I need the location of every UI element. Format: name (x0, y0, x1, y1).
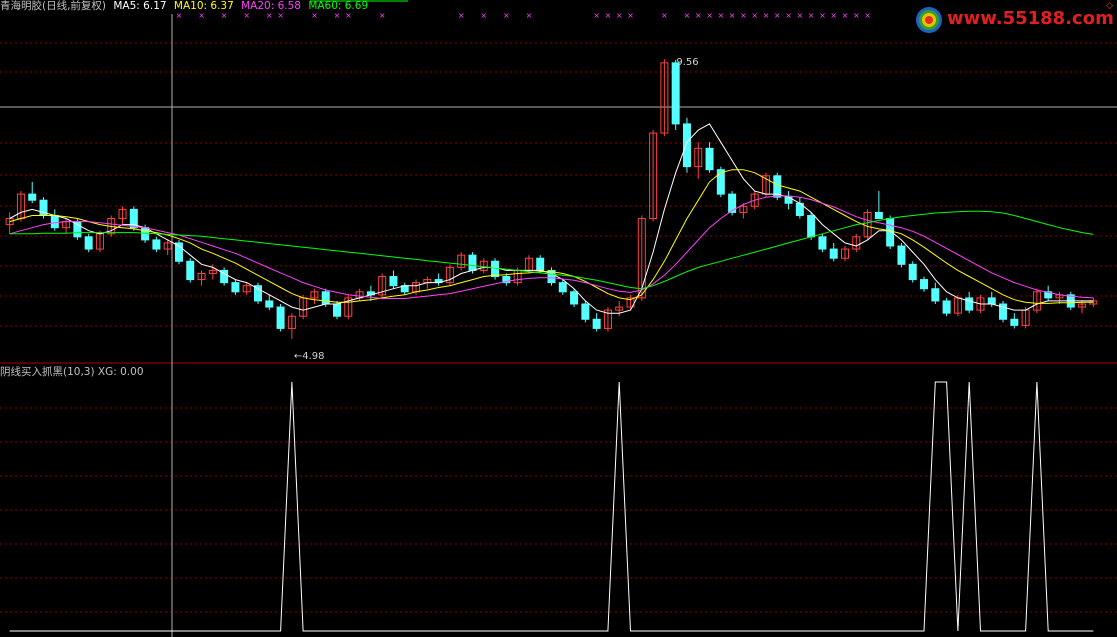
signal-marker: × (763, 11, 770, 20)
site-logo[interactable]: www.55188.com (914, 4, 1114, 36)
candle-body (84, 236, 93, 250)
candle-body (1010, 318, 1019, 326)
ma5-value: MA5: 6.17 (113, 0, 167, 12)
candle-body (592, 318, 601, 329)
candle-body (931, 288, 940, 302)
candle-body (818, 236, 827, 250)
signal-marker: × (526, 11, 533, 20)
candle-body (558, 282, 567, 293)
chart-stage: × × × × × × × × × × × × × × × × × × × × × × × × × × × × × × × × × × × × 9.56… (0, 0, 1117, 637)
signal-marker: × (334, 11, 341, 20)
candle-body (73, 221, 82, 238)
signal-marker: × (593, 11, 600, 20)
signal-marker: × (695, 11, 702, 20)
candle-body (874, 211, 883, 220)
signal-marker: × (480, 11, 487, 20)
signal-marker: × (853, 11, 860, 20)
signal-marker: × (819, 11, 826, 20)
signal-marker: × (243, 11, 250, 20)
candle-body (671, 62, 680, 125)
signal-marker: × (221, 11, 228, 20)
signal-marker: × (277, 11, 284, 20)
window-control-icon[interactable]: ◇ (1106, 1, 1113, 11)
candle-body (716, 169, 725, 195)
signal-marker: × (176, 11, 183, 20)
candle-body (186, 260, 195, 281)
candle-body (965, 297, 974, 311)
signal-marker: × (785, 11, 792, 20)
candle-body (333, 303, 342, 317)
candle-body (897, 245, 906, 265)
candle-body (908, 263, 917, 281)
indicator-header: 阴线买入抓黑(10,3) XG: 0.00 (0, 366, 144, 378)
candle-body (50, 214, 59, 229)
candle-body (682, 123, 691, 168)
signal-marker: × (751, 11, 758, 20)
signal-marker: × (830, 11, 837, 20)
signal-marker: × (729, 11, 736, 20)
candle-body (536, 257, 545, 271)
candle-body (491, 260, 500, 278)
candle-body (581, 303, 590, 320)
logo-swirl-icon (916, 7, 942, 33)
signal-marker: × (627, 11, 634, 20)
xg-value: XG: 0.00 (97, 366, 144, 378)
signal-marker: × (661, 11, 668, 20)
candle-body (829, 248, 838, 259)
ma20-value: MA20: 6.58 (241, 0, 301, 12)
signal-marker: × (616, 11, 623, 20)
candle-body (253, 285, 262, 302)
signal-marker: × (740, 11, 747, 20)
candle-body (987, 297, 996, 305)
low-price-label: ←4.98 (294, 351, 325, 362)
chart-canvas[interactable]: × × × × × × × × × × × × × × × × × × × × × × × × × × × × × × × × × × × × 9.56… (0, 0, 1117, 637)
signal-marker: × (842, 11, 849, 20)
candle-body (942, 300, 951, 314)
signal-marker: × (311, 11, 318, 20)
stock-name: 青海明胶(日线,前复权) (0, 0, 107, 12)
signal-marker: × (774, 11, 781, 20)
candle-body (276, 306, 285, 329)
candle-body (28, 193, 37, 201)
candle-body (321, 291, 330, 305)
signal-marker: × (345, 11, 352, 20)
logo-text: www.55188.com (947, 8, 1114, 29)
signal-marker: × (198, 11, 205, 20)
candle-body (231, 282, 240, 293)
signal-marker: × (266, 11, 273, 20)
signal-marker: × (796, 11, 803, 20)
candle-body (152, 239, 161, 250)
signal-marker: × (684, 11, 691, 20)
signal-marker: × (717, 11, 724, 20)
high-price-label: 9.56 (676, 57, 698, 68)
candle-body (570, 291, 579, 305)
signal-marker: × (605, 11, 612, 20)
candle-body (920, 279, 929, 290)
candle-body (807, 214, 816, 238)
signal-marker: × (864, 11, 871, 20)
candle-body (265, 300, 274, 308)
signal-marker: × (503, 11, 510, 20)
candle-body (468, 254, 477, 271)
signal-marker: × (808, 11, 815, 20)
ma60-value: MA60: 6.69 (308, 0, 369, 12)
signal-marker: × (458, 11, 465, 20)
signal-marker: × (379, 11, 386, 20)
candle-body (389, 276, 398, 287)
candle-body (705, 147, 714, 171)
signal-marker: × (706, 11, 713, 20)
indicator-name: 阴线买入抓黑(10,3) (0, 366, 95, 378)
main-chart-header: 青海明胶(日线,前复权) MA5: 6.17 MA10: 6.37 MA20: … (0, 0, 372, 12)
ma10-value: MA10: 6.37 (173, 0, 234, 12)
